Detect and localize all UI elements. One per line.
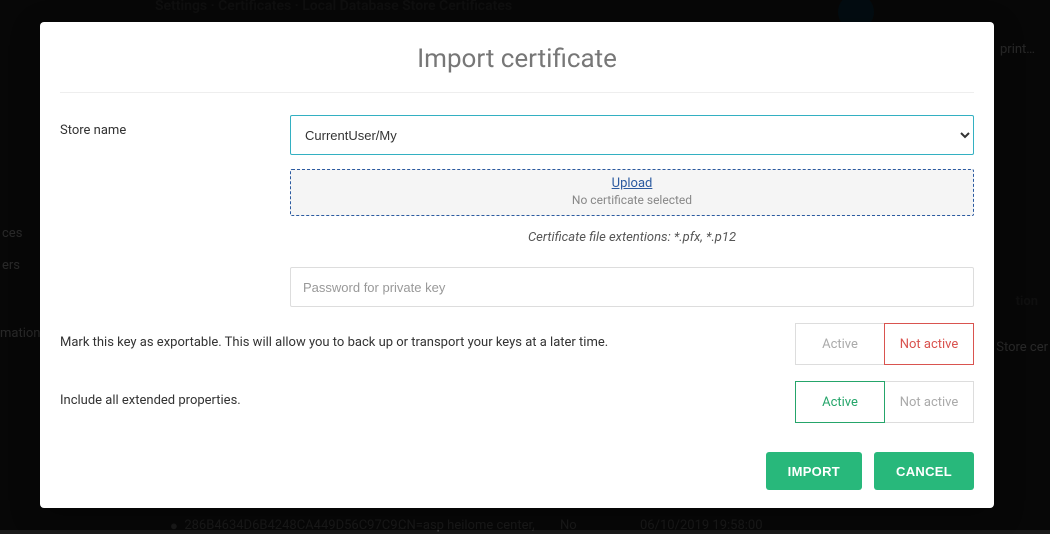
private-key-password-input[interactable] [290, 267, 974, 307]
store-name-row: Store name CurrentUser/My Upload No cert… [60, 115, 974, 307]
cancel-button[interactable]: CANCEL [874, 452, 974, 490]
exportable-row: Mark this key as exportable. This will a… [60, 321, 974, 365]
extended-description: Include all extended properties. [60, 379, 775, 408]
modal-actions: IMPORT CANCEL [60, 452, 974, 490]
upload-link[interactable]: Upload [291, 176, 973, 191]
exportable-toggle: Active Not active [795, 323, 974, 365]
store-name-select[interactable]: CurrentUser/My [290, 115, 974, 155]
extended-properties-row: Include all extended properties. Active … [60, 379, 974, 423]
divider [60, 92, 974, 93]
modal-title: Import certificate [60, 44, 974, 74]
extended-toggle: Active Not active [795, 381, 974, 423]
exportable-description: Mark this key as exportable. This will a… [60, 321, 775, 350]
import-certificate-modal: Import certificate Store name CurrentUse… [40, 22, 994, 508]
exportable-not-active-button[interactable]: Not active [884, 323, 974, 365]
extended-active-button[interactable]: Active [795, 381, 885, 423]
import-button[interactable]: IMPORT [766, 452, 862, 490]
store-name-label: Store name [60, 115, 290, 138]
extended-not-active-button[interactable]: Not active [884, 381, 974, 423]
file-extension-hint: Certificate file extentions: *.pfx, *.p1… [290, 230, 974, 245]
upload-dropzone[interactable]: Upload No certificate selected [290, 169, 974, 216]
exportable-active-button[interactable]: Active [795, 323, 885, 365]
upload-status: No certificate selected [291, 193, 973, 207]
